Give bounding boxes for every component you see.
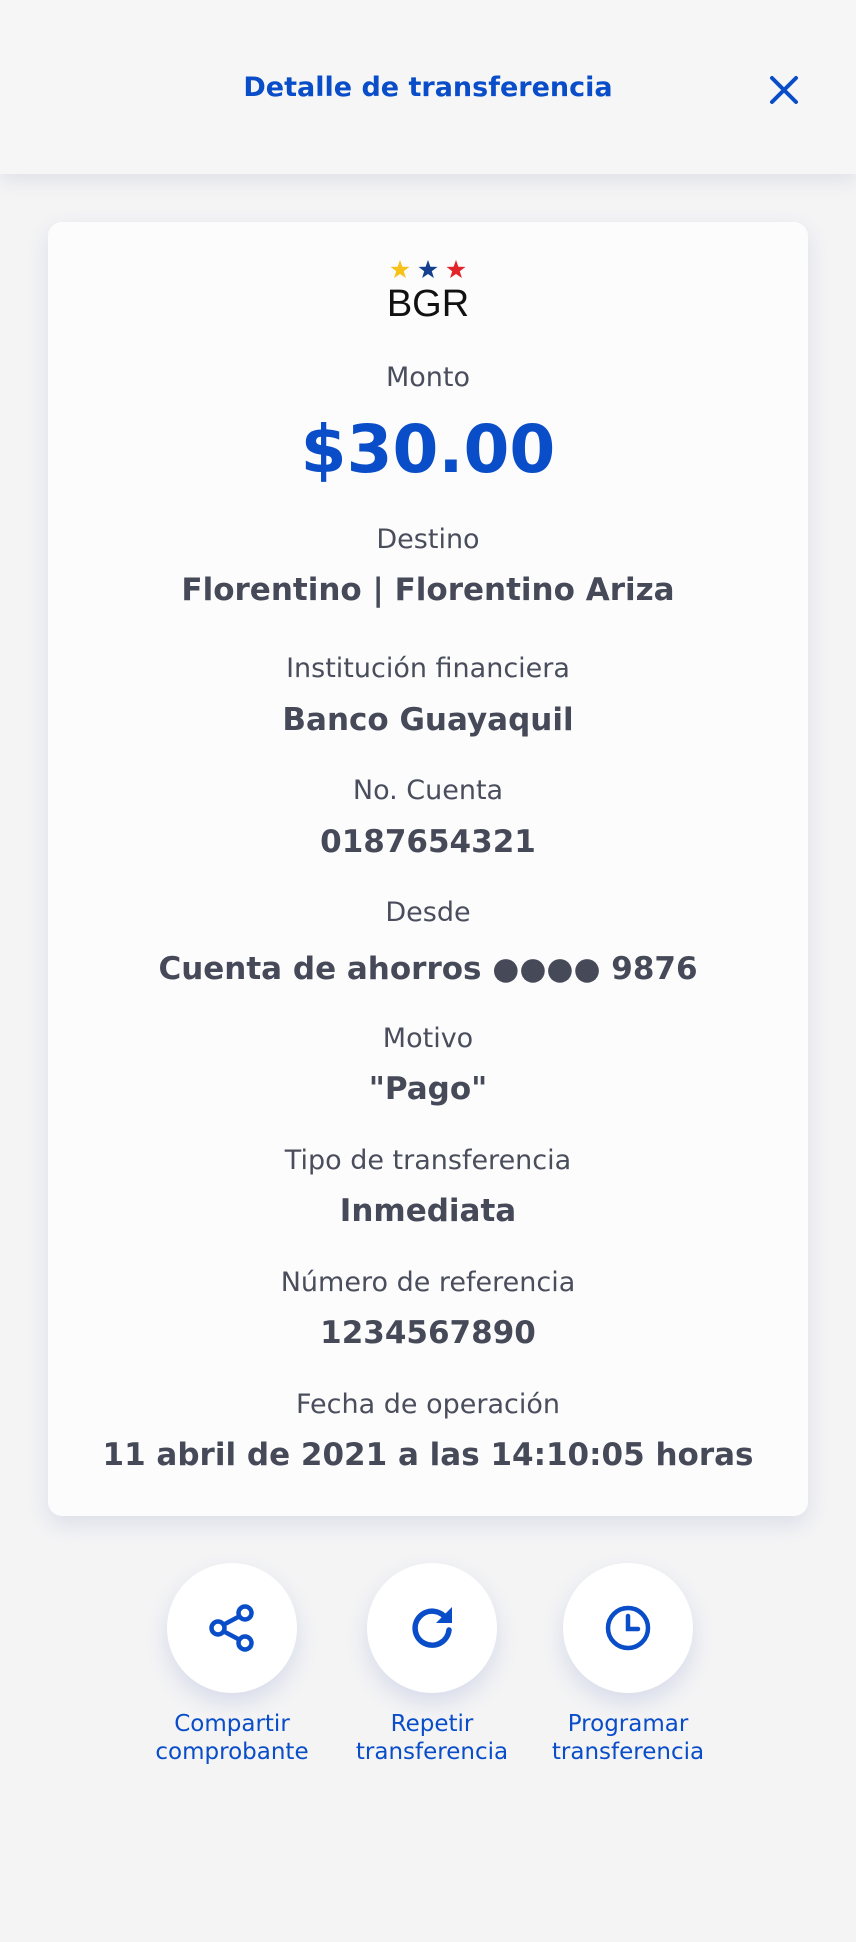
institution-label: Institución financiera — [286, 653, 570, 684]
amount-value: $30.00 — [300, 411, 556, 488]
logo-text: BGR — [387, 283, 469, 324]
share-icon — [209, 1604, 254, 1652]
transfer-type-value: Inmediata — [339, 1193, 517, 1229]
page-title: Detalle de transferencia — [243, 72, 613, 103]
repeat-transfer-button[interactable] — [367, 1563, 497, 1693]
share-receipt-button[interactable] — [167, 1563, 297, 1693]
repeat-icon — [412, 1607, 452, 1648]
logo-star-red — [446, 260, 466, 278]
operation-date-value: 11 abril de 2021 a las 14:10:05 horas — [102, 1437, 754, 1473]
reason-label: Motivo — [382, 1023, 474, 1054]
share-receipt-label: Compartir comprobante — [155, 1711, 309, 1765]
repeat-transfer-label: Repetir transferencia — [355, 1711, 509, 1765]
source-account-value: Cuenta de ahorros ●●●● 9876 — [158, 951, 698, 987]
reason-value: "Pago" — [368, 1071, 488, 1107]
source-account-label: Desde — [385, 897, 471, 928]
logo-star-blue — [418, 260, 438, 278]
destination-label: Destino — [376, 524, 480, 555]
reference-number-value: 1234567890 — [320, 1315, 536, 1351]
institution-value: Banco Guayaquil — [282, 702, 574, 738]
transfer-type-label: Tipo de transferencia — [284, 1145, 572, 1176]
destination-value: Florentino | Florentino Ariza — [181, 572, 675, 608]
close-icon — [770, 76, 798, 104]
operation-date-label: Fecha de operación — [296, 1389, 560, 1420]
logo-star-yellow — [390, 260, 410, 278]
clock-icon — [605, 1605, 651, 1651]
schedule-transfer-label: Programar transferencia — [551, 1711, 705, 1765]
schedule-transfer-button[interactable] — [563, 1563, 693, 1693]
account-number-label: No. Cuenta — [352, 775, 504, 806]
amount-label: Monto — [385, 362, 471, 393]
close-button[interactable] — [762, 68, 806, 112]
bank-logo: BGR — [384, 258, 472, 325]
account-number-value: 0187654321 — [320, 824, 536, 860]
header: Detalle de transferencia — [0, 0, 856, 174]
reference-number-label: Número de referencia — [280, 1267, 576, 1298]
